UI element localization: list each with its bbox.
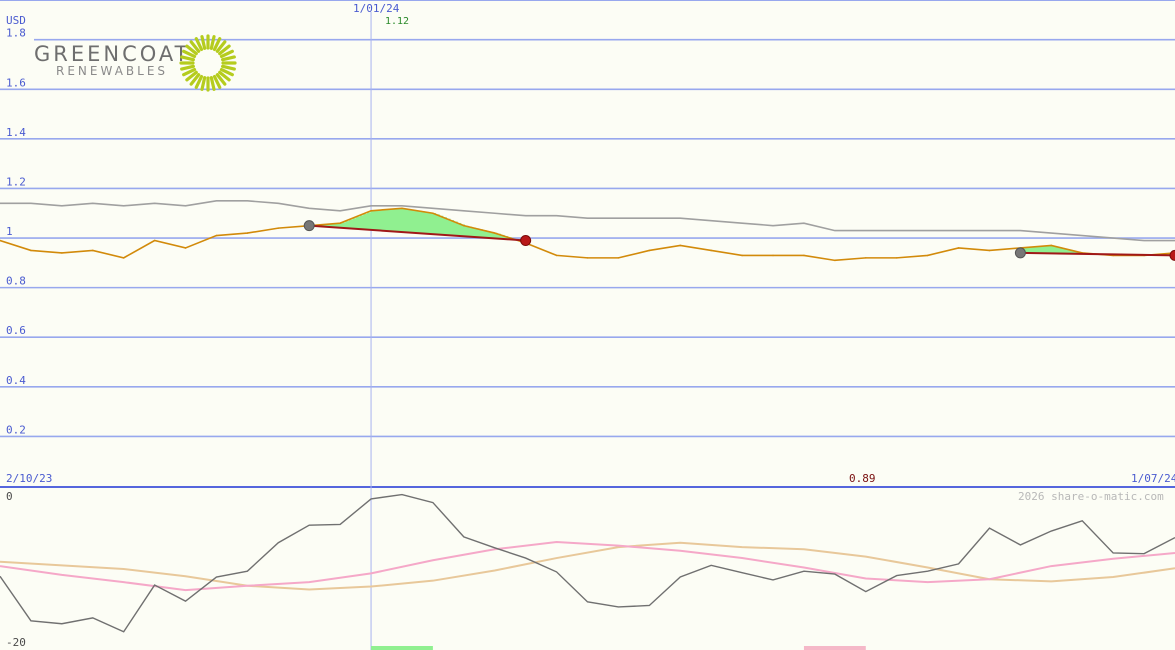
unit-label: USD [6,14,26,27]
gain-loss-fill [406,209,411,233]
price-point [679,244,682,247]
price-point [834,259,836,262]
gain-loss-fill [366,212,372,230]
price-point [803,254,805,257]
price-point [30,249,32,252]
y-tick-label: 1.2 [6,175,26,188]
osc-tan-line [0,541,1175,591]
osc-pink-line [0,540,1175,592]
gain-loss-fill [399,208,404,232]
price-point [988,249,991,252]
gain-loss-fill [356,216,361,229]
marker-value-label: 1.12 [385,16,409,27]
price-point [957,247,960,249]
price-point [122,257,125,259]
gain-loss-fill [348,219,354,229]
gain-loss-fill [384,209,390,231]
price-point [61,252,63,254]
start-date-label: 2/10/23 [6,472,52,485]
price-point [401,207,403,210]
gain-loss-fill [370,210,375,230]
trend-end-dot [520,235,532,247]
price-point [555,254,558,257]
loss-bar [803,646,866,650]
y-tick-label: 1.8 [6,27,26,40]
gain-loss-fill [352,218,357,229]
gain-loss-fill [345,221,350,229]
gain-loss-fill [446,218,451,236]
price-point [648,249,651,252]
price-point [864,257,867,259]
price-point [339,222,341,224]
price-point [432,212,434,215]
gain-loss-fill [377,210,382,231]
low-value-label: 0.89 [849,472,876,485]
y-tick-label: 0.2 [6,423,26,436]
gain-loss-fill [421,211,426,234]
oscillator-grid [371,646,866,650]
gain-loss-fill [442,217,447,235]
gain-loss-fill [428,212,433,234]
trend-start-dot [1014,247,1026,259]
average-line [0,200,1175,242]
gain-loss-fill [374,210,379,231]
trend-end-dot [1169,249,1175,261]
price-point [895,257,898,259]
gain-bar [371,646,433,650]
gain-loss-fill [392,209,397,232]
price-point [710,249,712,252]
price-line [0,207,1175,262]
main-series [0,200,1175,262]
end-date-label: 1/07/24 [1131,472,1175,485]
gain-loss-fill [410,209,415,233]
price-point [215,234,218,237]
price-point [741,254,743,257]
price-point [493,232,496,234]
osc-tick-top: 0 [6,490,13,503]
gain-loss-fill [431,213,437,235]
gain-loss-fill [388,209,393,232]
oscillator-series [0,493,1175,633]
gain-loss-fill [413,210,419,233]
gain-loss-fill [424,211,429,234]
copyright-text: 2026 share-o-matic.com [1018,490,1164,503]
price-point [463,224,465,227]
price-point [586,257,589,259]
trend-start-dot [303,220,315,232]
gain-loss-fill [359,215,364,230]
y-tick-label: 1.6 [6,76,26,89]
gain-loss-fill [403,208,408,233]
price-point [277,227,280,229]
gain-loss-fill [417,210,422,234]
price-point [772,254,774,257]
price-chart: 1.8 1.6 1.4 1.2 1 0.8 0.6 0.4 0.2 USD 1/01/24 1.… [0,0,1175,650]
y-tick-label: 1 [6,225,13,238]
gain-loss-fill [439,215,444,235]
osc-line [0,493,1175,633]
gain-loss-fill [381,209,386,231]
price-point [617,257,620,259]
y-tick-label: 0.4 [6,374,26,387]
price-point [184,247,187,249]
price-point [370,209,372,212]
osc-tick-bottom: -20 [6,636,26,649]
price-point [246,232,249,234]
trendline [1020,251,1175,257]
y-tick-label: 0.8 [6,275,26,288]
y-tick-label: 0.6 [6,324,26,337]
price-point [153,239,156,242]
gain-loss-fill [395,208,400,232]
gain-loss-fill [363,213,368,230]
price-point [91,249,94,252]
price-point [926,254,929,257]
price-point [1050,244,1053,247]
y-tick-label: 1.4 [6,126,26,139]
gain-loss-fill [435,214,440,235]
marker-date-label: 1/01/24 [353,2,400,15]
